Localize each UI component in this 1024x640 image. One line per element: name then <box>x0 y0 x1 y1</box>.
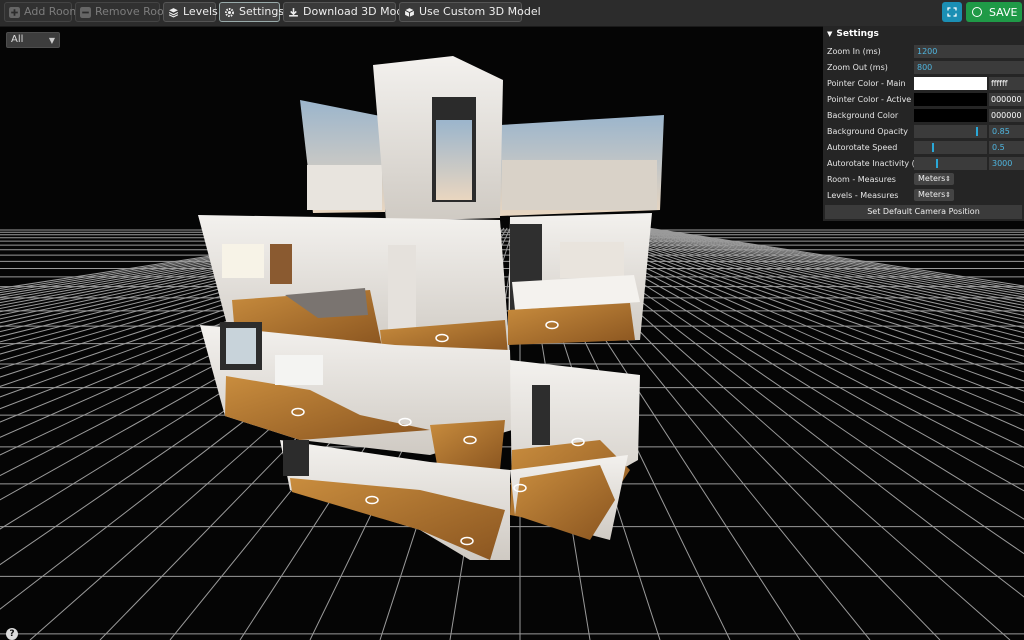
levels-measures-select[interactable]: Meters ⇕ <box>914 189 954 201</box>
fullscreen-icon <box>947 7 957 17</box>
levels-measures-label: Levels - Measures <box>827 191 899 200</box>
levels-measures-value: Meters <box>918 190 946 199</box>
autorotate-inactivity-slider[interactable] <box>914 157 987 170</box>
pointer-color-main-label: Pointer Color - Main <box>827 79 906 88</box>
background-color-swatch[interactable] <box>914 109 987 122</box>
use-custom-3d-model-button[interactable]: Use Custom 3D Model <box>399 2 541 22</box>
chevron-updown-icon: ⇕ <box>945 191 951 199</box>
autorotate-inactivity-row: Autorotate Inactivity (s) 3000 <box>823 157 1024 171</box>
download-icon <box>289 7 298 17</box>
chevron-updown-icon: ⇕ <box>945 175 951 183</box>
settings-panel: ▼ Settings Zoom In (ms) 1200 Zoom Out (m… <box>823 26 1024 221</box>
room-measures-row: Room - Measures Meters ⇕ <box>823 173 1024 187</box>
plus-icon <box>9 6 20 18</box>
settings-panel-title: Settings <box>836 29 879 39</box>
autorotate-speed-slider[interactable] <box>914 141 987 154</box>
save-status-icon <box>972 7 982 17</box>
save-button[interactable]: SAVE <box>966 2 1022 22</box>
room-measures-select[interactable]: Meters ⇕ <box>914 173 954 185</box>
help-icon[interactable]: ? <box>6 628 18 640</box>
fullscreen-button[interactable] <box>942 2 962 22</box>
download-3d-model-label: Download 3D Model <box>303 5 414 18</box>
pointer-color-main-swatch[interactable] <box>914 77 987 90</box>
settings-panel-header[interactable]: ▼ Settings <box>827 29 879 39</box>
autorotate-inactivity-label: Autorotate Inactivity (s) <box>827 159 923 168</box>
zoom-in-input[interactable]: 1200 <box>914 45 1024 58</box>
room-measures-label: Room - Measures <box>827 175 896 184</box>
background-color-hex[interactable]: 000000 <box>989 109 1024 122</box>
chevron-down-icon: ▼ <box>827 30 833 38</box>
set-default-camera-button[interactable]: Set Default Camera Position <box>825 205 1022 219</box>
slider-thumb[interactable] <box>976 127 978 136</box>
background-color-row: Background Color 000000 <box>823 109 1024 123</box>
settings-button[interactable]: Settings <box>219 2 284 22</box>
settings-label: Settings <box>239 5 285 18</box>
autorotate-speed-label: Autorotate Speed <box>827 143 898 152</box>
zoom-in-label: Zoom In (ms) <box>827 47 881 56</box>
level-filter-select[interactable]: All ▼ <box>6 32 60 48</box>
pointer-color-active-label: Pointer Color - Active <box>827 95 912 104</box>
chevron-down-icon: ▼ <box>48 36 55 45</box>
pointer-color-active-hex[interactable]: 000000 <box>989 93 1024 106</box>
slider-thumb[interactable] <box>936 159 938 168</box>
download-3d-model-button[interactable]: Download 3D Model <box>283 2 413 22</box>
zoom-out-label: Zoom Out (ms) <box>827 63 888 72</box>
levels-label: Levels <box>183 5 218 18</box>
zoom-out-row: Zoom Out (ms) 800 <box>823 61 1024 75</box>
top-toolbar: Add Room Remove Room Levels Settings Dow… <box>0 0 1024 27</box>
use-custom-3d-model-label: Use Custom 3D Model <box>419 5 541 18</box>
autorotate-speed-value[interactable]: 0.5 <box>989 141 1024 154</box>
background-opacity-label: Background Opacity <box>827 127 909 136</box>
pointer-color-active-row: Pointer Color - Active 000000 <box>823 93 1024 107</box>
background-color-label: Background Color <box>827 111 899 120</box>
remove-room-button[interactable]: Remove Room <box>75 2 174 22</box>
layers-icon <box>168 7 179 18</box>
cube-icon <box>404 7 415 17</box>
levels-measures-row: Levels - Measures Meters ⇕ <box>823 189 1024 203</box>
add-room-button[interactable]: Add Room <box>4 2 80 22</box>
level-filter-value: All <box>11 34 24 45</box>
gear-icon <box>224 7 235 17</box>
autorotate-inactivity-value[interactable]: 3000 <box>989 157 1024 170</box>
pointer-color-main-row: Pointer Color - Main ffffff <box>823 77 1024 91</box>
background-opacity-value[interactable]: 0.85 <box>989 125 1024 138</box>
autorotate-speed-row: Autorotate Speed 0.5 <box>823 141 1024 155</box>
zoom-out-input[interactable]: 800 <box>914 61 1024 74</box>
background-opacity-slider[interactable] <box>914 125 987 138</box>
minus-icon <box>80 6 91 18</box>
background-opacity-row: Background Opacity 0.85 <box>823 125 1024 139</box>
add-room-label: Add Room <box>24 5 81 18</box>
pointer-color-main-hex[interactable]: ffffff <box>989 77 1024 90</box>
zoom-in-row: Zoom In (ms) 1200 <box>823 45 1024 59</box>
save-label: SAVE <box>989 5 1018 19</box>
slider-thumb[interactable] <box>932 143 934 152</box>
levels-button[interactable]: Levels <box>163 2 218 22</box>
pointer-color-active-swatch[interactable] <box>914 93 987 106</box>
room-measures-value: Meters <box>918 174 946 183</box>
